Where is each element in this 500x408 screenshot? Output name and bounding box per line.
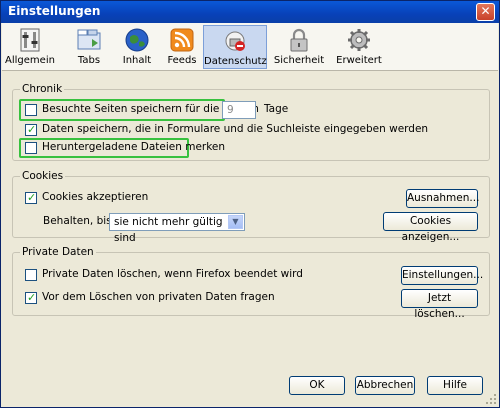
ok-button[interactable]: OK	[289, 376, 345, 395]
ask-before-clear-checkbox[interactable]: ✓	[25, 291, 37, 304]
show-cookies-button[interactable]: Cookies anzeigen...	[383, 212, 478, 243]
globe-icon	[125, 28, 149, 52]
resize-grip-icon[interactable]	[485, 393, 497, 405]
tab-label: Erweitert	[336, 55, 382, 66]
cookies-group: Cookies ✓ Cookies akzeptieren Ausnahmen.…	[12, 170, 490, 244]
switches-icon	[20, 28, 40, 52]
close-button[interactable]: ✕	[476, 3, 495, 21]
checkmark-icon: ✓	[27, 123, 37, 136]
padlock-icon	[290, 28, 308, 52]
tab-inhalt[interactable]: Inhalt	[114, 25, 160, 69]
form-data-label: Daten speichern, die in Formulare und di…	[42, 123, 429, 135]
private-data-group: Private Daten Private Daten löschen, wen…	[12, 246, 490, 320]
tab-label: Inhalt	[122, 55, 152, 66]
downloads-label: Heruntergeladene Dateien merken	[42, 141, 226, 153]
tab-sicherheit[interactable]: Sicherheit	[272, 25, 326, 69]
window-title: Einstellungen	[8, 4, 101, 18]
tab-label: Tabs	[77, 55, 101, 66]
private-settings-button[interactable]: Einstellungen...	[401, 266, 483, 285]
visited-pages-checkbox[interactable]	[25, 104, 37, 116]
downloads-checkbox[interactable]	[25, 142, 37, 154]
preferences-window: Einstellungen ✕ Allgemein Tabs Inhalt Fe…	[0, 0, 500, 408]
accept-cookies-label: Cookies akzeptieren	[42, 191, 149, 203]
tab-tabs[interactable]: Tabs	[66, 25, 112, 69]
tab-allgemein[interactable]: Allgemein	[4, 25, 56, 69]
tab-label: Sicherheit	[273, 55, 325, 66]
title-bar[interactable]: Einstellungen ✕	[1, 1, 499, 23]
tab-datenschutz[interactable]: Datenschutz	[203, 25, 267, 69]
tab-label: Datenschutz	[204, 56, 267, 67]
checkmark-icon: ✓	[27, 291, 37, 304]
form-data-checkbox[interactable]: ✓	[25, 123, 37, 136]
keep-until-value: sie nicht mehr gültig sind	[114, 216, 223, 244]
clear-on-exit-label: Private Daten löschen, wenn Firefox been…	[42, 268, 303, 280]
checkmark-icon: ✓	[27, 191, 37, 204]
help-button[interactable]: Hilfe	[427, 376, 483, 395]
tab-label: Feeds	[167, 55, 197, 66]
close-icon: ✕	[480, 4, 491, 18]
cancel-button[interactable]: Abbrechen	[355, 376, 415, 395]
private-data-legend: Private Daten	[20, 246, 96, 258]
days-input[interactable]: 9	[222, 101, 256, 119]
chronik-legend: Chronik	[20, 83, 65, 95]
rss-feed-icon	[170, 28, 194, 52]
tab-label: Allgemein	[5, 55, 55, 66]
gear-icon	[348, 29, 370, 51]
keep-until-label: Behalten, bis:	[43, 215, 116, 227]
clear-on-exit-checkbox[interactable]	[25, 269, 37, 281]
keep-until-select[interactable]: sie nicht mehr gültig sind ▼	[109, 213, 245, 244]
exceptions-button[interactable]: Ausnahmen...	[406, 189, 479, 208]
accept-cookies-checkbox[interactable]: ✓	[25, 191, 37, 204]
tabs-icon	[77, 29, 101, 50]
chronik-group: Chronik Besuchte Seiten speichern für di…	[12, 83, 490, 161]
chevron-down-icon[interactable]: ▼	[228, 215, 243, 229]
days-unit-label: Tage	[264, 103, 289, 115]
category-toolbar: Allgemein Tabs Inhalt Feeds Datenschutz …	[2, 23, 498, 71]
ask-before-clear-label: Vor dem Löschen von privaten Daten frage…	[42, 291, 275, 303]
privacy-mask-icon	[225, 31, 245, 51]
cookies-legend: Cookies	[20, 170, 66, 182]
tab-feeds[interactable]: Feeds	[162, 25, 202, 69]
clear-now-button[interactable]: Jetzt löschen...	[401, 289, 478, 320]
tab-erweitert[interactable]: Erweitert	[332, 25, 386, 69]
